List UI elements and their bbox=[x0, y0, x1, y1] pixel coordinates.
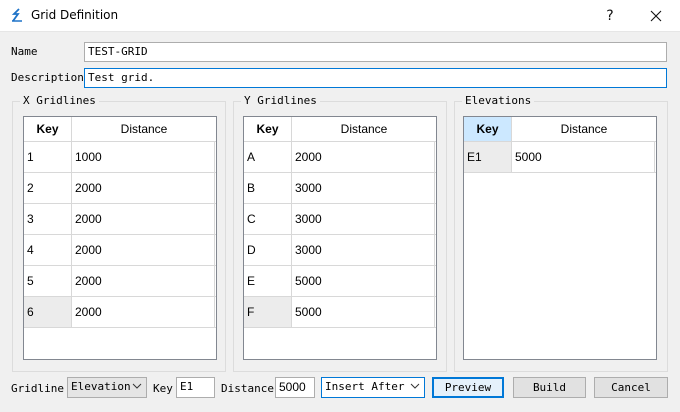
close-icon bbox=[650, 10, 662, 21]
build-button[interactable]: Build bbox=[513, 377, 586, 398]
key-label: Key bbox=[153, 382, 173, 395]
row-key[interactable]: E1 bbox=[464, 142, 512, 172]
row-distance[interactable]: 2000 bbox=[72, 266, 215, 296]
row-distance[interactable]: 2000 bbox=[72, 297, 215, 327]
row-key[interactable]: 1 bbox=[24, 142, 72, 172]
row-key[interactable]: B bbox=[244, 173, 292, 203]
row-distance[interactable]: 3000 bbox=[292, 173, 435, 203]
row-distance[interactable]: 2000 bbox=[72, 235, 215, 265]
description-input[interactable]: Test grid. bbox=[84, 68, 667, 88]
row-key[interactable]: F bbox=[244, 297, 292, 327]
x-gridlines-table[interactable]: Key Distance 1 1000 2 2000 3 2000 4 2000 5 20… bbox=[23, 116, 217, 360]
row-key[interactable]: D bbox=[244, 235, 292, 265]
name-input[interactable]: TEST-GRID bbox=[84, 42, 667, 62]
table-row[interactable]: 2 2000 bbox=[24, 173, 216, 204]
distance-label: Distance bbox=[221, 382, 274, 395]
chevron-down-icon bbox=[410, 383, 420, 389]
row-distance[interactable]: 1000 bbox=[72, 142, 215, 172]
y-gridlines-table[interactable]: Key Distance A 2000 B 3000 C 3000 D 3000 E 50… bbox=[243, 116, 437, 360]
row-distance[interactable]: 3000 bbox=[292, 204, 435, 234]
table-row[interactable]: E1 5000 bbox=[464, 142, 656, 173]
row-key[interactable]: E bbox=[244, 266, 292, 296]
row-key[interactable]: 2 bbox=[24, 173, 72, 203]
row-key[interactable]: 6 bbox=[24, 297, 72, 327]
row-key[interactable]: C bbox=[244, 204, 292, 234]
row-key[interactable]: 5 bbox=[24, 266, 72, 296]
y-gridlines-title: Y Gridlines bbox=[241, 94, 320, 107]
x-gridlines-title: X Gridlines bbox=[20, 94, 99, 107]
gridline-label: Gridline bbox=[11, 382, 64, 395]
insert-mode-select[interactable]: Insert After bbox=[321, 377, 425, 398]
distance-column-header[interactable]: Distance bbox=[512, 117, 656, 141]
chevron-down-icon bbox=[132, 383, 142, 389]
row-key[interactable]: 4 bbox=[24, 235, 72, 265]
name-label: Name bbox=[11, 45, 38, 58]
row-distance[interactable]: 2000 bbox=[72, 173, 215, 203]
distance-column-header[interactable]: Distance bbox=[292, 117, 436, 141]
gridline-select-value: Elevation bbox=[71, 380, 131, 393]
row-distance[interactable]: 5000 bbox=[292, 266, 435, 296]
elevations-table[interactable]: Key Distance E1 5000 bbox=[463, 116, 657, 360]
key-column-header[interactable]: Key bbox=[244, 117, 292, 141]
table-row[interactable]: 4 2000 bbox=[24, 235, 216, 266]
table-row[interactable]: D 3000 bbox=[244, 235, 436, 266]
row-key[interactable]: 3 bbox=[24, 204, 72, 234]
elevations-title: Elevations bbox=[462, 94, 535, 107]
close-button[interactable] bbox=[633, 0, 679, 31]
row-distance[interactable]: 3000 bbox=[292, 235, 435, 265]
table-row[interactable]: 1 1000 bbox=[24, 142, 216, 173]
table-row[interactable]: C 3000 bbox=[244, 204, 436, 235]
description-label: Description bbox=[11, 71, 84, 84]
help-button[interactable]: ? bbox=[587, 0, 633, 31]
key-column-header[interactable]: Key bbox=[464, 117, 512, 141]
distance-input[interactable]: 5000 bbox=[275, 377, 315, 398]
key-input[interactable]: E1 bbox=[176, 377, 215, 398]
cancel-button[interactable]: Cancel bbox=[594, 377, 668, 398]
key-column-header[interactable]: Key bbox=[24, 117, 72, 141]
row-distance[interactable]: 2000 bbox=[72, 204, 215, 234]
row-distance[interactable]: 5000 bbox=[292, 297, 435, 327]
window-title: Grid Definition bbox=[31, 8, 119, 22]
table-row[interactable]: A 2000 bbox=[244, 142, 436, 173]
app-icon bbox=[11, 8, 22, 22]
insert-mode-value: Insert After bbox=[325, 380, 405, 393]
table-row[interactable]: B 3000 bbox=[244, 173, 436, 204]
preview-button[interactable]: Preview bbox=[432, 377, 504, 398]
table-row[interactable]: 5 2000 bbox=[24, 266, 216, 297]
row-distance[interactable]: 2000 bbox=[292, 142, 435, 172]
distance-column-header[interactable]: Distance bbox=[72, 117, 216, 141]
title-bar: Grid Definition ? bbox=[0, 0, 680, 32]
row-key[interactable]: A bbox=[244, 142, 292, 172]
gridline-select[interactable]: Elevation bbox=[67, 377, 147, 398]
table-row[interactable]: F 5000 bbox=[244, 297, 436, 328]
table-row[interactable]: 3 2000 bbox=[24, 204, 216, 235]
row-distance[interactable]: 5000 bbox=[512, 142, 655, 172]
table-row[interactable]: 6 2000 bbox=[24, 297, 216, 328]
table-row[interactable]: E 5000 bbox=[244, 266, 436, 297]
